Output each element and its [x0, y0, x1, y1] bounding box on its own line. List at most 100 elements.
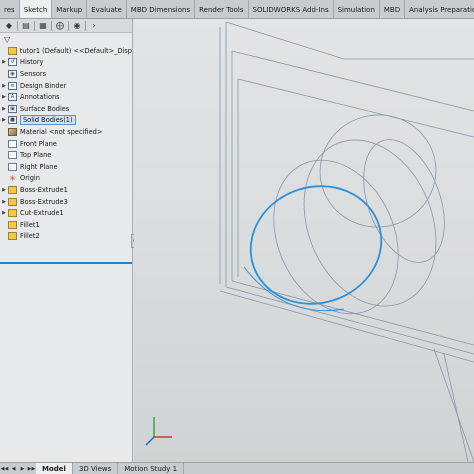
tree-item-right-plane[interactable]: Right Plane — [0, 161, 132, 173]
feature-manager-icon[interactable]: ◆ — [3, 20, 15, 31]
selected-edge[interactable] — [243, 266, 345, 312]
bottom-tab-model[interactable]: Model — [36, 463, 73, 474]
tree-item-label: Cut-Extrude1 — [20, 209, 64, 218]
expand-arrow-icon[interactable]: ▶ — [0, 187, 8, 193]
tree-item-solid-bodies-1[interactable]: ▶ ■ Solid Bodies(1) — [0, 115, 132, 127]
expand-arrow-icon[interactable]: ▶ — [0, 117, 8, 123]
prev-tab-icon[interactable]: ◀ — [9, 464, 18, 474]
tree-item-fillet1[interactable]: Fillet1 — [0, 219, 132, 231]
tree-item-surface-bodies[interactable]: ▶ ▣ Surface Bodies — [0, 103, 132, 115]
bottom-tab-bar: ◀◀ ◀ ▶ ▶▶ Model 3D Views Motion Study 1 — [0, 462, 474, 474]
binder-icon: ≡ — [8, 81, 17, 90]
dimxpert-icon[interactable]: ⨁ — [54, 20, 66, 31]
model-edge — [433, 348, 474, 462]
boss-extrude-icon — [8, 197, 17, 206]
model-edge — [219, 290, 474, 363]
manager-toolbar: ◆ ▤ ▦ ⨁ ◉ › — [0, 19, 132, 33]
origin-icon: ✳ — [9, 173, 16, 183]
tree-item-front-plane[interactable]: Front Plane — [0, 138, 132, 150]
tree-item-design-binder[interactable]: ▶ ≡ Design Binder — [0, 80, 132, 92]
tree-filter[interactable]: ▽ — [0, 33, 132, 45]
display-manager-icon[interactable]: ◉ — [71, 20, 83, 31]
annotation-icon: A — [8, 93, 17, 102]
tree-item-material-not-specified[interactable]: Material <not specified> — [0, 126, 132, 138]
circular-edge — [363, 139, 445, 263]
tree-item-annotations[interactable]: ▶ A Annotations — [0, 91, 132, 103]
triad-icon — [145, 417, 172, 446]
tree-item-label: History — [20, 58, 44, 67]
rollback-bar[interactable] — [0, 262, 132, 264]
expand-arrow-icon[interactable]: ▶ — [0, 199, 8, 205]
tab-sketch[interactable]: Sketch — [19, 0, 53, 18]
expand-arrow-icon[interactable]: ▶ — [0, 83, 8, 89]
feature-manager-panel: ◆ ▤ ▦ ⨁ ◉ › ▽ tutor1 (Default) <<Default… — [0, 19, 136, 462]
tab-solidworks-add-ins[interactable]: SOLIDWORKS Add-Ins — [249, 0, 334, 18]
surface-bodies-icon: ▣ — [8, 104, 17, 113]
part-icon — [7, 46, 17, 55]
tab-evaluate[interactable]: Evaluate — [87, 0, 127, 18]
expand-arrow-icon[interactable]: ▶ — [0, 59, 8, 65]
fillet-icon — [8, 232, 17, 241]
tree-item-label: Boss-Extrude3 — [20, 197, 68, 206]
tree-item-label: Top Plane — [20, 151, 52, 160]
tree-item-origin[interactable]: ✳ Origin — [0, 173, 132, 185]
property-manager-icon[interactable]: ▤ — [20, 20, 32, 31]
command-manager-tabs: res Sketch Markup Evaluate MBD Dimensions Ren… — [0, 0, 474, 19]
plane-icon — [8, 151, 17, 160]
material-icon — [8, 127, 17, 136]
selected-circular-edge[interactable] — [235, 169, 396, 320]
tree-item-label: Boss-Extrude1 — [20, 185, 68, 194]
tree-item-boss-extrude3[interactable]: ▶ Boss-Extrude3 — [0, 196, 132, 208]
tree-item-label: Origin — [20, 174, 40, 183]
solid-bodies-icon: ■ — [8, 116, 17, 125]
toolbar-separator — [51, 20, 52, 31]
tab-markup[interactable]: Markup — [52, 0, 88, 18]
tab-simulation[interactable]: Simulation — [334, 0, 380, 18]
fillet-icon — [8, 220, 17, 229]
toolbar-separator — [34, 20, 35, 31]
model-edge — [225, 21, 474, 60]
first-tab-icon[interactable]: ◀◀ — [0, 464, 9, 474]
tree-item-label: Right Plane — [20, 162, 58, 171]
bottom-tab-3d-views[interactable]: 3D Views — [73, 463, 119, 474]
bottom-tab-motion-study-1[interactable]: Motion Study 1 — [118, 463, 185, 474]
model-view — [145, 21, 474, 462]
toolbar-separator — [17, 20, 18, 31]
expand-arrow-icon[interactable]: ▶ — [0, 106, 8, 112]
last-tab-icon[interactable]: ▶▶ — [27, 464, 36, 474]
configuration-manager-icon[interactable]: ▦ — [37, 20, 49, 31]
tree-item-label: Solid Bodies(1) — [20, 115, 76, 126]
tab-render-tools[interactable]: Render Tools — [195, 0, 249, 18]
expand-arrow-icon[interactable]: ▶ — [0, 210, 8, 216]
graphics-area[interactable] — [134, 19, 474, 462]
model-edge — [443, 353, 469, 462]
model-edge — [225, 286, 474, 355]
circular-edge — [319, 114, 437, 228]
tree-item-fillet2[interactable]: Fillet2 — [0, 231, 132, 243]
filter-icon[interactable]: ▽ — [4, 35, 10, 44]
tree-item-label: Fillet2 — [20, 232, 40, 241]
tab-analysis-preparation[interactable]: Analysis Preparation — [405, 0, 474, 18]
tree-item-cut-extrude1[interactable]: ▶ Cut-Extrude1 — [0, 207, 132, 219]
history-icon: ↺ — [8, 58, 17, 67]
tree-root[interactable]: tutor1 (Default) <<Default>_Disp — [0, 45, 132, 57]
tree-item-label: Material <not specified> — [20, 127, 103, 136]
model-edge — [237, 78, 474, 138]
plane-icon — [8, 139, 17, 148]
tree-item-label: Annotations — [20, 93, 60, 102]
boss-extrude-icon — [8, 185, 17, 194]
plane-icon — [8, 162, 17, 171]
more-icon[interactable]: › — [88, 20, 100, 31]
expand-arrow-icon[interactable]: ▶ — [0, 94, 8, 100]
tree-item-label: Design Binder — [20, 81, 67, 90]
tree-item-sensors[interactable]: ◉ Sensors — [0, 68, 132, 80]
tree-item-history[interactable]: ▶ ↺ History — [0, 57, 132, 69]
tree-item-label: Surface Bodies — [20, 104, 70, 113]
tree-item-boss-extrude1[interactable]: ▶ Boss-Extrude1 — [0, 184, 132, 196]
tab-mbd[interactable]: MBD — [380, 0, 406, 18]
tab-mbd-dimensions[interactable]: MBD Dimensions — [127, 0, 196, 18]
next-tab-icon[interactable]: ▶ — [18, 464, 27, 474]
tree-item-top-plane[interactable]: Top Plane — [0, 149, 132, 161]
model-edge — [231, 50, 474, 112]
tab-res[interactable]: res — [0, 0, 20, 18]
